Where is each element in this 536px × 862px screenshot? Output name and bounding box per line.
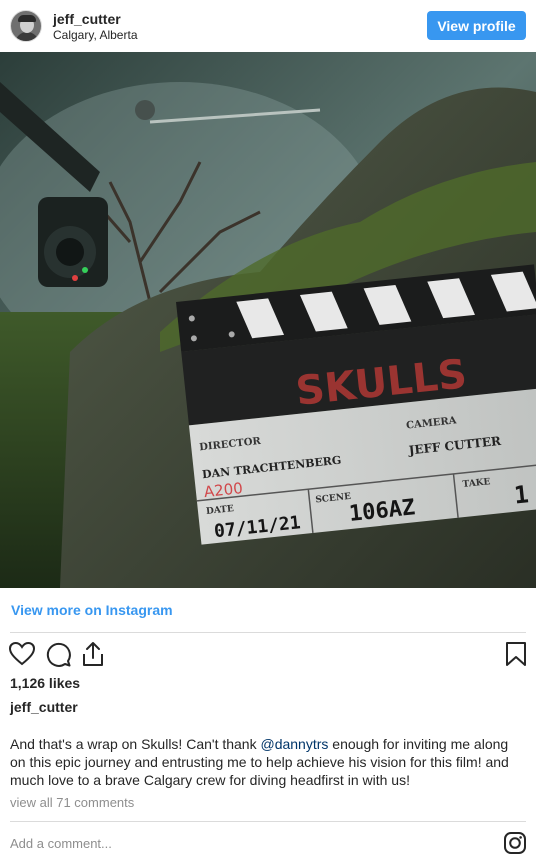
action-bar xyxy=(0,640,536,668)
caption-text-before: And that's a wrap on Skulls! Can't thank xyxy=(10,736,261,752)
avatar[interactable] xyxy=(10,10,42,42)
comment-icon[interactable] xyxy=(44,640,72,668)
post-photo[interactable]: SKULLS DIRECTOR CAMERA DAN TRACHTENBERG … xyxy=(0,52,536,588)
add-comment-input[interactable]: Add a comment... xyxy=(10,836,112,851)
view-profile-button[interactable]: View profile xyxy=(427,11,526,40)
view-more-link[interactable]: View more on Instagram xyxy=(11,602,173,618)
clapperboard: SKULLS DIRECTOR CAMERA DAN TRACHTENBERG … xyxy=(176,264,536,545)
location-link[interactable]: Calgary, Alberta xyxy=(53,28,138,42)
divider xyxy=(10,632,526,633)
username-link[interactable]: jeff_cutter xyxy=(53,11,121,27)
photo-scene: SKULLS DIRECTOR CAMERA DAN TRACHTENBERG … xyxy=(0,52,536,588)
camera-rig xyxy=(38,197,108,287)
divider xyxy=(10,821,526,822)
bookmark-icon[interactable] xyxy=(502,640,530,668)
view-all-comments-link[interactable]: view all 71 comments xyxy=(10,795,134,810)
caption-text: And that's a wrap on Skulls! Can't thank… xyxy=(10,735,526,789)
take-value: 1 xyxy=(513,480,530,509)
heart-icon[interactable] xyxy=(8,640,36,668)
post-header: jeff_cutter Calgary, Alberta View profil… xyxy=(0,0,536,52)
like-count[interactable]: 1,126 likes xyxy=(10,675,80,691)
boom-mic xyxy=(135,100,155,120)
avatar-body xyxy=(15,32,39,41)
caption-username[interactable]: jeff_cutter xyxy=(10,699,78,715)
share-icon[interactable] xyxy=(79,640,107,668)
instagram-logo-icon[interactable] xyxy=(503,831,527,855)
avatar-cap xyxy=(18,15,36,22)
mention-link[interactable]: @dannytrs xyxy=(260,736,328,752)
